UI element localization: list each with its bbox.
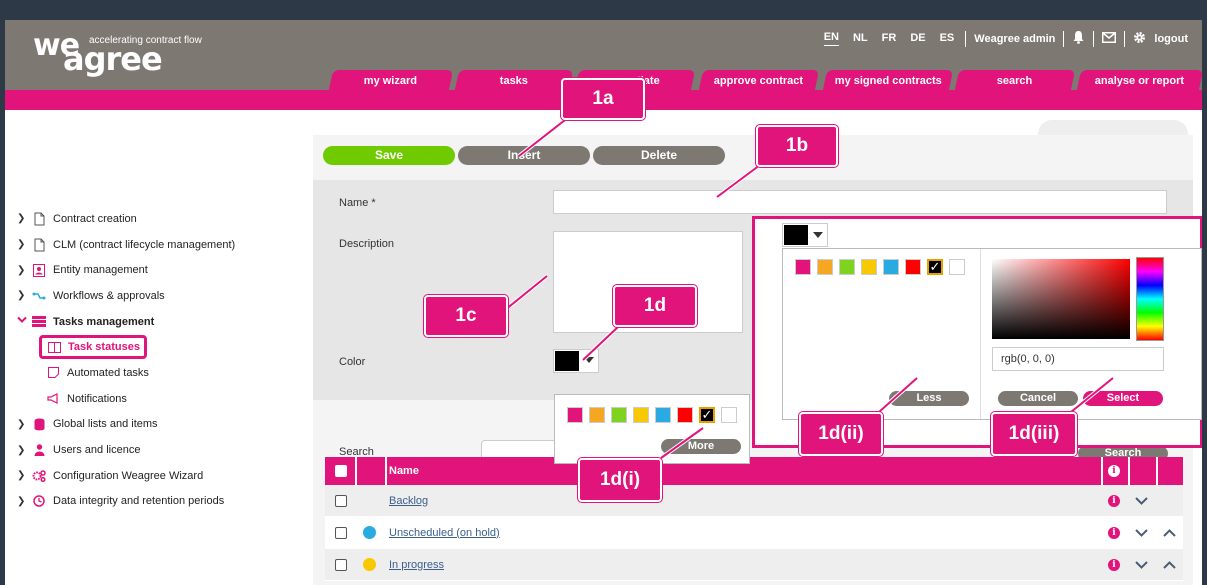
callout-1c: 1c [424, 295, 508, 337]
callout-1d-ii: 1d(ii) [799, 412, 883, 456]
app-window: we agree accelerating contract flow EN N… [5, 20, 1202, 585]
callout-1d: 1d [613, 285, 697, 327]
callout-1d-iii: 1d(iii) [991, 412, 1077, 456]
callout-1a: 1a [561, 78, 645, 120]
callout-1d-i: 1d(i) [578, 458, 662, 502]
callout-1b: 1b [756, 125, 838, 167]
